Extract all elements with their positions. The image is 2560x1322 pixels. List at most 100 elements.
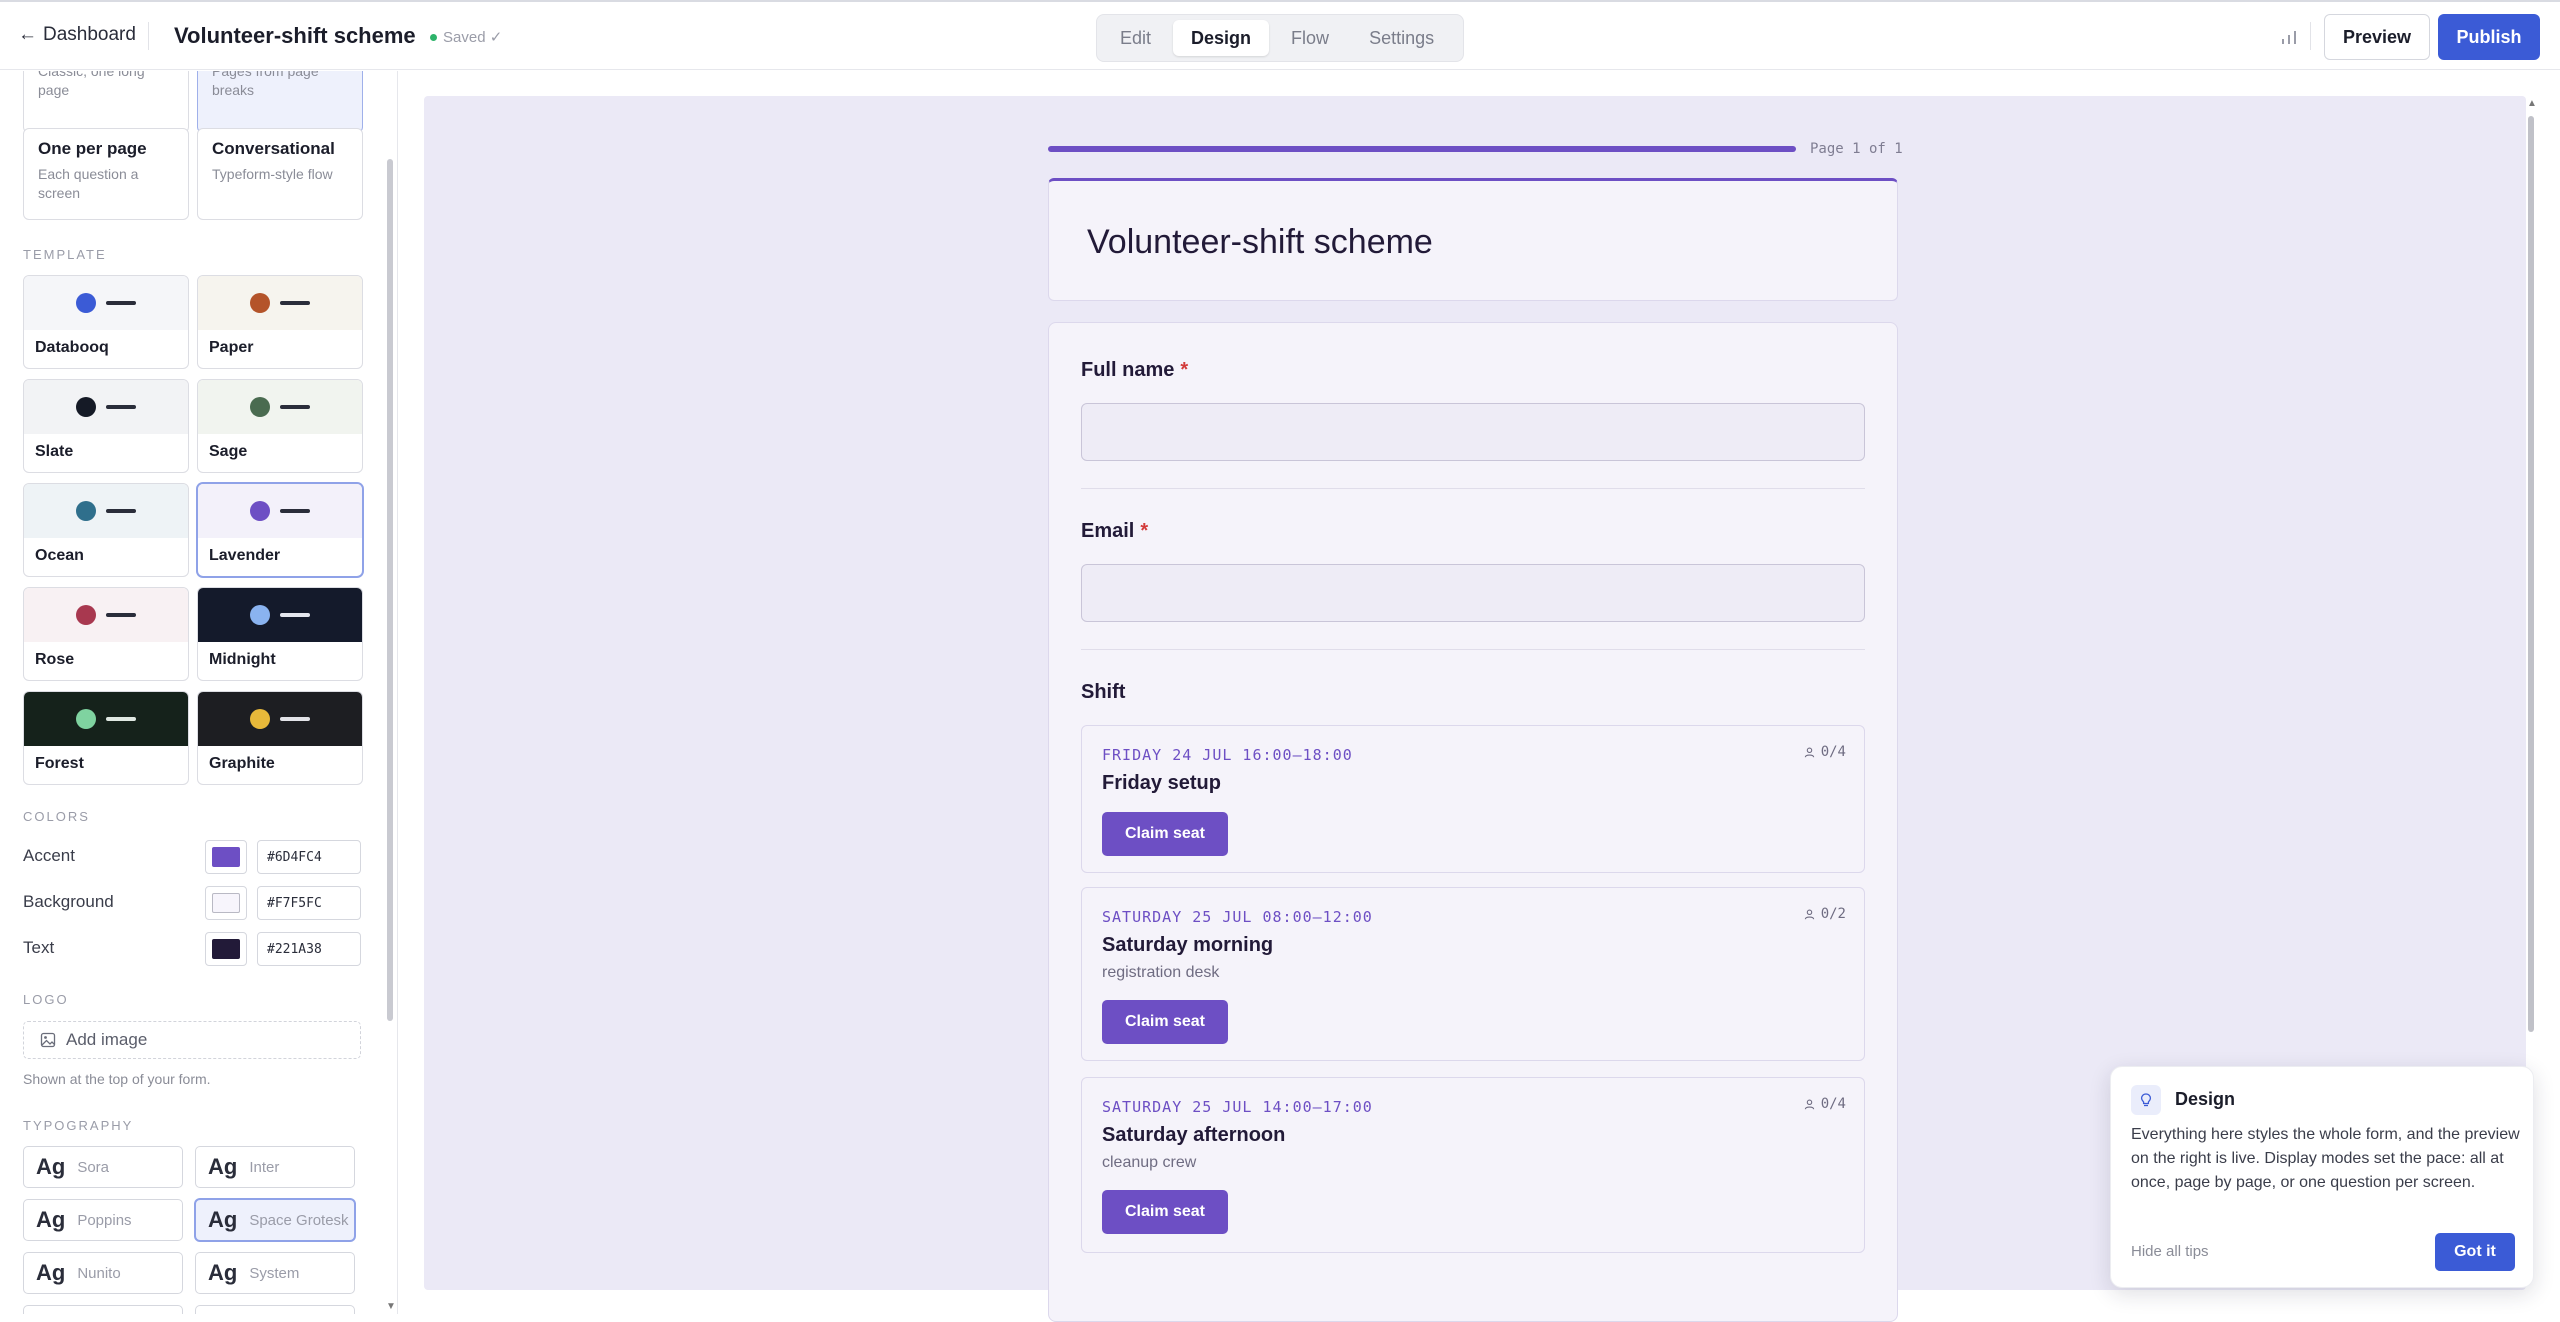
claim-seat-button[interactable]: Claim seat bbox=[1102, 1190, 1228, 1234]
divider bbox=[148, 22, 149, 50]
arrow-left-icon: ← bbox=[18, 24, 37, 45]
template-dot-icon bbox=[250, 397, 270, 417]
template-card[interactable]: Sage bbox=[197, 379, 363, 473]
tab-edit[interactable]: Edit bbox=[1102, 20, 1169, 56]
preview-button[interactable]: Preview bbox=[2324, 14, 2430, 60]
font-option[interactable] bbox=[195, 1305, 355, 1314]
analytics-icon[interactable] bbox=[2280, 28, 2298, 46]
shift-note: cleanup crew bbox=[1102, 1154, 1197, 1171]
font-option[interactable] bbox=[23, 1305, 183, 1314]
template-card[interactable]: Forest bbox=[23, 691, 189, 785]
font-option[interactable]: Ag Space Grotesk bbox=[195, 1199, 355, 1241]
back-to-dashboard-link[interactable]: ← Dashboard bbox=[18, 24, 136, 46]
form-body-card: Full name * Email * Shift FRIDAY 24 JUL 16… bbox=[1048, 322, 1898, 1322]
mode-title: Conversational bbox=[212, 139, 335, 158]
accent-hex-input[interactable]: #6D4FC4 bbox=[257, 840, 361, 874]
template-bar-icon bbox=[280, 613, 310, 617]
text-swatch[interactable] bbox=[205, 932, 247, 966]
template-bar-icon bbox=[280, 509, 310, 513]
template-name: Lavender bbox=[209, 547, 281, 564]
got-it-button[interactable]: Got it bbox=[2435, 1233, 2515, 1271]
tab-settings[interactable]: Settings bbox=[1351, 20, 1452, 56]
accent-swatch[interactable] bbox=[205, 840, 247, 874]
capacity-count: 0/4 bbox=[1820, 744, 1846, 760]
color-label: Background bbox=[23, 892, 114, 911]
template-card[interactable]: Databooq bbox=[23, 275, 189, 369]
email-input[interactable] bbox=[1081, 564, 1865, 622]
shift-note: registration desk bbox=[1102, 964, 1220, 981]
template-swatch bbox=[24, 380, 188, 434]
template-card[interactable]: Paper bbox=[197, 275, 363, 369]
scrollbar-thumb[interactable] bbox=[387, 159, 393, 1021]
template-heading: TEMPLATE bbox=[23, 247, 107, 262]
hide-all-tips-link[interactable]: Hide all tips bbox=[2131, 1243, 2209, 1260]
question-text: Full name bbox=[1081, 359, 1175, 381]
person-icon bbox=[1804, 747, 1814, 757]
saved-label: Saved ✓ bbox=[443, 29, 503, 46]
background-swatch[interactable] bbox=[205, 886, 247, 920]
required-marker: * bbox=[1140, 520, 1149, 542]
font-option[interactable]: Ag System bbox=[195, 1252, 355, 1294]
saved-dot-icon bbox=[430, 33, 437, 41]
background-hex-input[interactable]: #F7F5FC bbox=[257, 886, 361, 920]
mode-desc: Each question a screen bbox=[38, 166, 139, 201]
question-label-full-name: Full name * bbox=[1081, 359, 1188, 382]
font-sample: Ag bbox=[208, 1207, 238, 1232]
shift-name: Saturday afternoon bbox=[1102, 1124, 1286, 1146]
template-card[interactable]: Lavender bbox=[197, 483, 363, 577]
template-swatch bbox=[198, 692, 362, 746]
typography-heading: TYPOGRAPHY bbox=[23, 1118, 134, 1133]
claim-seat-button[interactable]: Claim seat bbox=[1102, 812, 1228, 856]
font-name: Inter bbox=[249, 1158, 280, 1176]
scroll-up-icon[interactable]: ▲ bbox=[2527, 98, 2537, 109]
template-dot-icon bbox=[76, 709, 96, 729]
form-title[interactable]: Volunteer-shift scheme bbox=[174, 23, 416, 49]
add-image-label: Add image bbox=[66, 1030, 148, 1049]
shift-card: FRIDAY 24 JUL 16:00–18:00 0/4 Friday set… bbox=[1081, 725, 1865, 873]
template-name: Ocean bbox=[35, 547, 84, 564]
template-card[interactable]: Midnight bbox=[197, 587, 363, 681]
template-card[interactable]: Graphite bbox=[197, 691, 363, 785]
template-bar-icon bbox=[106, 717, 136, 721]
lightbulb-icon bbox=[2131, 1085, 2161, 1115]
image-icon bbox=[40, 1032, 56, 1048]
shift-datetime: SATURDAY 25 JUL 08:00–12:00 bbox=[1102, 908, 1373, 926]
template-bar-icon bbox=[106, 509, 136, 513]
font-name: Space Grotesk bbox=[249, 1211, 349, 1229]
font-option[interactable]: Ag Inter bbox=[195, 1146, 355, 1188]
scroll-down-icon[interactable]: ▼ bbox=[386, 1301, 396, 1312]
mode-one-per-page[interactable]: One per page Each question a screen bbox=[23, 128, 189, 220]
full-name-input[interactable] bbox=[1081, 403, 1865, 461]
add-image-button[interactable]: Add image bbox=[23, 1021, 361, 1059]
claim-seat-button[interactable]: Claim seat bbox=[1102, 1000, 1228, 1044]
color-row-accent: Accent #6D4FC4 bbox=[23, 838, 363, 874]
tab-flow[interactable]: Flow bbox=[1273, 20, 1347, 56]
font-option[interactable]: Ag Poppins bbox=[23, 1199, 183, 1241]
scrollbar-thumb[interactable] bbox=[2528, 116, 2534, 1032]
view-tabs: Edit Design Flow Settings bbox=[1096, 14, 1464, 62]
template-card[interactable]: Rose bbox=[23, 587, 189, 681]
shift-capacity: 0/4 bbox=[1804, 1096, 1846, 1112]
template-swatch bbox=[24, 276, 188, 330]
template-dot-icon bbox=[76, 501, 96, 521]
template-card[interactable]: Ocean bbox=[23, 483, 189, 577]
template-name: Sage bbox=[209, 443, 248, 460]
font-option[interactable]: Ag Nunito bbox=[23, 1252, 183, 1294]
tip-title: Design bbox=[2175, 1089, 2236, 1109]
mode-conversational[interactable]: Conversational Typeform-style flow bbox=[197, 128, 363, 220]
mode-desc: Pages from page breaks bbox=[212, 71, 319, 98]
template-name: Graphite bbox=[209, 755, 275, 772]
template-bar-icon bbox=[280, 405, 310, 409]
text-hex-input[interactable]: #221A38 bbox=[257, 932, 361, 966]
mode-classic[interactable]: Classic, one long page bbox=[23, 71, 189, 133]
template-card[interactable]: Slate bbox=[23, 379, 189, 473]
template-swatch bbox=[24, 588, 188, 642]
template-swatch bbox=[198, 276, 362, 330]
template-bar-icon bbox=[280, 717, 310, 721]
font-option[interactable]: Ag Sora bbox=[23, 1146, 183, 1188]
sidebar-scrollbar[interactable]: ▼ bbox=[386, 71, 396, 1314]
publish-button[interactable]: Publish bbox=[2438, 14, 2540, 60]
tab-design[interactable]: Design bbox=[1173, 20, 1270, 56]
template-swatch bbox=[24, 484, 188, 538]
mode-paged[interactable]: Pages from page breaks bbox=[197, 71, 363, 133]
